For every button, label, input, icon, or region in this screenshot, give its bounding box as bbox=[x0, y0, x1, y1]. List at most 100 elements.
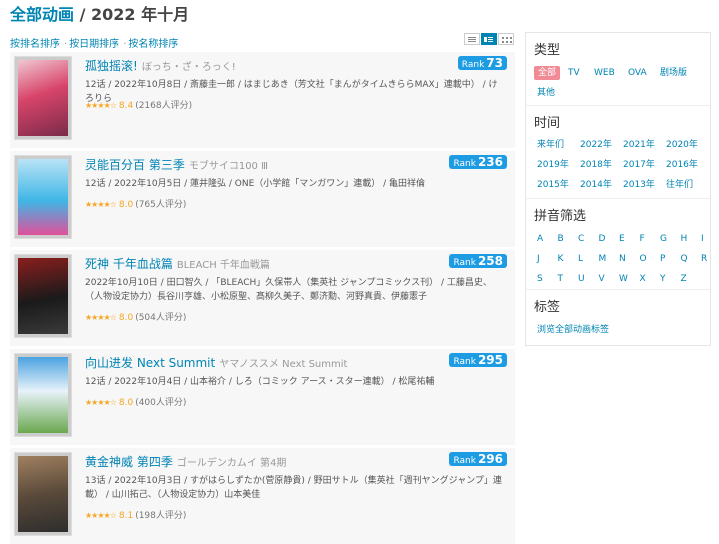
type-option-ova[interactable]: OVA bbox=[628, 66, 647, 80]
item-rating: ★★★★☆ 8.0 (504人评分) bbox=[85, 310, 186, 323]
item-rating: ★★★★☆ 8.4 (2168人评分) bbox=[85, 98, 192, 111]
rating-stars-icon: ★★★★☆ bbox=[85, 101, 117, 110]
cover-image[interactable] bbox=[14, 353, 72, 437]
type-option-web[interactable]: WEB bbox=[594, 66, 615, 80]
rank-number: 73 bbox=[486, 56, 503, 70]
time-option[interactable]: 往年们 bbox=[666, 178, 693, 192]
item-title: 向山进发 Next Summit ヤマノススメ Next Summit bbox=[85, 354, 347, 371]
rank-label: Rank bbox=[453, 258, 476, 268]
title-link[interactable]: 向山进发 Next Summit bbox=[85, 356, 215, 370]
detail-view-icon[interactable] bbox=[481, 33, 497, 45]
rating-stars-icon: ★★★★☆ bbox=[85, 200, 117, 209]
browse-all-tags-link[interactable]: 浏览全部动画标签 bbox=[537, 323, 609, 337]
time-option[interactable]: 2022年 bbox=[580, 138, 612, 152]
pinyin-letter-h[interactable]: H bbox=[681, 232, 688, 246]
type-filter: 类型 bbox=[534, 39, 560, 58]
pinyin-letter-s[interactable]: S bbox=[537, 272, 543, 286]
time-option[interactable]: 来年们 bbox=[537, 138, 564, 152]
list-item: 黄金神威 第四季 ゴールデンカムイ 第4期 Rank 296 13话 / 2022年… bbox=[10, 448, 515, 544]
sort-by-name-link[interactable]: 按名称排序 bbox=[128, 39, 178, 50]
title-link[interactable]: 死神 千年血战篇 bbox=[85, 257, 173, 271]
pinyin-letter-m[interactable]: M bbox=[599, 252, 607, 266]
rating-stars-icon: ★★★★☆ bbox=[85, 511, 117, 520]
pinyin-letter-v[interactable]: V bbox=[599, 272, 605, 286]
cover-image[interactable] bbox=[14, 452, 72, 536]
item-title: 黄金神威 第四季 ゴールデンカムイ 第4期 bbox=[85, 453, 286, 470]
rank-label: Rank bbox=[453, 357, 476, 367]
rating-score: 8.0 bbox=[118, 200, 134, 210]
title-original: ヤマノススメ Next Summit bbox=[219, 359, 348, 370]
pinyin-letter-j[interactable]: J bbox=[537, 252, 540, 266]
pinyin-letter-l[interactable]: L bbox=[578, 252, 583, 266]
title-link[interactable]: 灵能百分百 第三季 bbox=[85, 158, 185, 172]
rank-number: 296 bbox=[477, 452, 503, 466]
time-option[interactable]: 2021年 bbox=[623, 138, 655, 152]
pinyin-letter-a[interactable]: A bbox=[537, 232, 543, 246]
pinyin-letter-b[interactable]: B bbox=[558, 232, 564, 246]
pinyin-letter-e[interactable]: E bbox=[619, 232, 625, 246]
pinyin-letter-n[interactable]: N bbox=[619, 252, 626, 266]
time-option[interactable]: 2015年 bbox=[537, 178, 569, 192]
time-option[interactable]: 2020年 bbox=[666, 138, 698, 152]
cover-image[interactable] bbox=[14, 254, 72, 338]
filter-sidebar: 类型 全部 TV WEB OVA 剧场版 其他 时间 来年们 2022年 202… bbox=[525, 32, 711, 346]
pinyin-letter-t[interactable]: T bbox=[558, 272, 564, 286]
pinyin-letter-g[interactable]: G bbox=[660, 232, 667, 246]
rating-score: 8.1 bbox=[118, 511, 134, 521]
rating-count: (504人评分) bbox=[135, 313, 187, 323]
rank-badge: Rank 258 bbox=[449, 254, 507, 268]
item-rating: ★★★★☆ 8.1 (198人评分) bbox=[85, 508, 186, 521]
pinyin-letter-w[interactable]: W bbox=[619, 272, 628, 286]
pinyin-letter-x[interactable]: X bbox=[640, 272, 646, 286]
pinyin-letter-f[interactable]: F bbox=[640, 232, 645, 246]
pinyin-letter-z[interactable]: Z bbox=[681, 272, 687, 286]
rank-badge: Rank 236 bbox=[449, 155, 507, 169]
time-option[interactable]: 2018年 bbox=[580, 158, 612, 172]
pinyin-filter-title: 拼音筛选 bbox=[534, 209, 587, 224]
sort-by-rank-link[interactable]: 按排名排序 bbox=[10, 39, 60, 50]
sort-separator: · bbox=[123, 39, 127, 50]
section-divider bbox=[526, 105, 710, 106]
rating-count: (198人评分) bbox=[135, 511, 187, 521]
item-info: 2022年10月10日 / 田口智久 / 「BLEACH」久保帯人（集英社 ジャ… bbox=[85, 278, 492, 302]
type-option-movie[interactable]: 剧场版 bbox=[660, 66, 687, 80]
rank-badge: Rank 73 bbox=[457, 56, 507, 70]
category-link[interactable]: 全部动画 bbox=[10, 5, 74, 24]
sort-by-date-link[interactable]: 按日期排序 bbox=[69, 39, 119, 50]
time-option[interactable]: 2017年 bbox=[623, 158, 655, 172]
grid-view-icon[interactable] bbox=[498, 33, 514, 45]
list-view-icon[interactable] bbox=[464, 33, 480, 45]
pinyin-letter-d[interactable]: D bbox=[599, 232, 606, 246]
pinyin-letter-c[interactable]: C bbox=[578, 232, 584, 246]
rating-stars-icon: ★★★★☆ bbox=[85, 398, 117, 407]
time-option[interactable]: 2016年 bbox=[666, 158, 698, 172]
title-link[interactable]: 孤独摇滚! bbox=[85, 59, 138, 73]
rank-label: Rank bbox=[461, 60, 485, 70]
rank-number: 295 bbox=[477, 353, 503, 367]
time-option[interactable]: 2014年 bbox=[580, 178, 612, 192]
title-original: ゴールデンカムイ 第4期 bbox=[176, 458, 287, 469]
pinyin-letter-k[interactable]: K bbox=[558, 252, 564, 266]
pinyin-letter-o[interactable]: O bbox=[640, 252, 647, 266]
pinyin-letter-q[interactable]: Q bbox=[681, 252, 688, 266]
rank-number: 236 bbox=[477, 155, 503, 169]
time-option[interactable]: 2013年 bbox=[623, 178, 655, 192]
item-title: 死神 千年血战篇 BLEACH 千年血戦篇 bbox=[85, 255, 270, 272]
pinyin-letter-p[interactable]: P bbox=[660, 252, 665, 266]
type-option-tv[interactable]: TV bbox=[568, 66, 580, 80]
type-option-other[interactable]: 其他 bbox=[537, 86, 555, 100]
type-option-all[interactable]: 全部 bbox=[534, 66, 561, 80]
pinyin-letter-y[interactable]: Y bbox=[660, 272, 666, 286]
cover-image[interactable] bbox=[14, 56, 72, 140]
rating-stars-icon: ★★★★☆ bbox=[85, 313, 117, 322]
rank-badge: Rank 295 bbox=[449, 353, 507, 367]
item-info: 13话 / 2022年10月3日 / すがはらしずたか(菅原静貴) / 野田サト… bbox=[85, 476, 502, 500]
title-link[interactable]: 黄金神威 第四季 bbox=[85, 455, 173, 469]
time-option[interactable]: 2019年 bbox=[537, 158, 569, 172]
title-original: ぼっち・ざ・ろっく! bbox=[141, 62, 236, 73]
pinyin-letter-i[interactable]: I bbox=[701, 232, 704, 246]
pinyin-letter-r[interactable]: R bbox=[701, 252, 707, 266]
cover-image[interactable] bbox=[14, 155, 72, 239]
item-info: 12话 / 2022年10月4日 / 山本裕介 / しろ（コミック アース・スタ… bbox=[85, 377, 435, 387]
pinyin-letter-u[interactable]: U bbox=[578, 272, 585, 286]
